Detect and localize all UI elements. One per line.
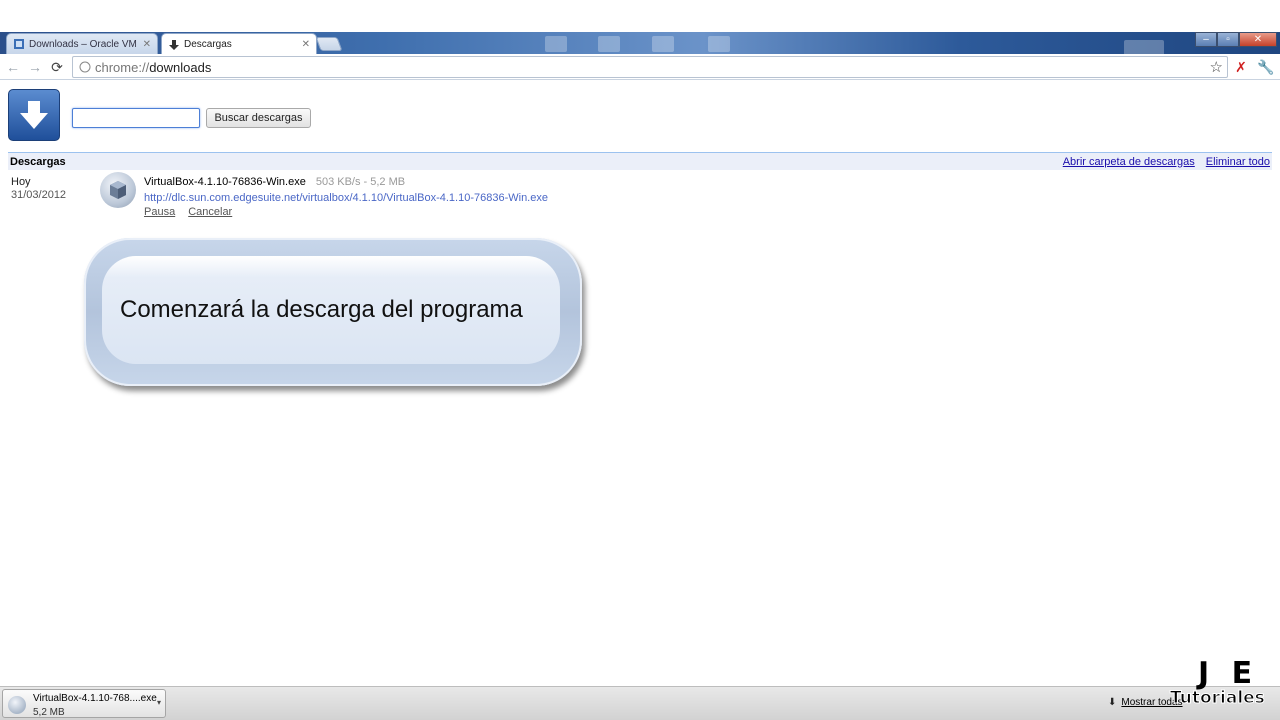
date-label: 31/03/2012: [11, 189, 67, 201]
download-arrow-icon: ⬇: [1108, 697, 1117, 708]
taskbar-tile: [652, 36, 674, 52]
tab-descargas[interactable]: Descargas ✕: [161, 33, 317, 55]
down-arrow-icon: [20, 101, 48, 129]
download-item: VirtualBox-4.1.10-76836-Win.exe 503 KB/s …: [144, 176, 405, 188]
reload-icon[interactable]: ⟳: [48, 58, 66, 76]
address-path: downloads: [149, 59, 212, 75]
callout-text: Comenzará la descarga del programa: [120, 296, 523, 323]
tab-label: Downloads – Oracle VM Vir: [29, 38, 139, 50]
new-tab-button[interactable]: [315, 37, 343, 51]
date-day-label: Hoy: [11, 176, 31, 188]
downloads-logo-icon: [8, 89, 60, 141]
bookmark-star-icon[interactable]: ☆: [1210, 58, 1223, 76]
shelf-item-size: 5,2 MB: [33, 707, 65, 718]
download-progress: 503 KB/s - 5,2 MB: [315, 176, 406, 188]
virtualbox-file-icon: [100, 172, 136, 208]
address-bar[interactable]: chrome://downloads ☆: [72, 56, 1228, 78]
shelf-item-menu-chevron-icon[interactable]: ▾: [157, 698, 161, 707]
search-downloads-input[interactable]: [72, 108, 200, 128]
callout-inner: Comenzará la descarga del programa: [102, 256, 560, 364]
taskbar-tile: [545, 36, 567, 52]
minimize-button[interactable]: –: [1195, 32, 1217, 47]
downloads-section-header: Descargas Abrir carpeta de descargas Eli…: [8, 152, 1272, 170]
clear-all-link[interactable]: Eliminar todo: [1206, 156, 1270, 168]
close-window-button[interactable]: ✕: [1239, 32, 1277, 47]
search-downloads-button[interactable]: Buscar descargas: [206, 108, 311, 128]
tab-close-icon[interactable]: ✕: [143, 39, 151, 50]
watermark-initials: J E: [1198, 656, 1259, 691]
tutorial-callout: Comenzará la descarga del programa: [84, 238, 582, 386]
shelf-download-item[interactable]: VirtualBox-4.1.10-768....exe 5,2 MB ▾: [2, 689, 166, 718]
download-date-group: Hoy 31/03/2012: [11, 176, 66, 202]
watermark-wordmark: Tutoriales: [1170, 688, 1266, 709]
tab-label: Descargas: [184, 39, 232, 50]
open-downloads-folder-link[interactable]: Abrir carpeta de descargas: [1063, 156, 1195, 168]
cancel-download-link[interactable]: Cancelar: [188, 206, 232, 218]
tab-close-icon[interactable]: ✕: [302, 39, 310, 50]
pause-download-link[interactable]: Pausa: [144, 206, 175, 218]
je-tutoriales-watermark-logo: J E Tutoriales: [1170, 656, 1274, 714]
tab-oracle-vm[interactable]: Downloads – Oracle VM Vir ✕: [6, 33, 158, 54]
page-globe-icon: [79, 61, 91, 73]
back-arrow-icon[interactable]: ←: [4, 58, 22, 76]
download-actions: Pausa Cancelar: [144, 206, 232, 218]
download-file-name[interactable]: VirtualBox-4.1.10-76836-Win.exe: [144, 176, 306, 188]
wrench-menu-icon[interactable]: 🔧: [1257, 58, 1275, 76]
maximize-button[interactable]: ▫: [1217, 32, 1239, 47]
download-source-url[interactable]: http://dlc.sun.com.edgesuite.net/virtual…: [144, 192, 548, 204]
section-title: Descargas: [10, 155, 66, 168]
extension-icon[interactable]: ✗: [1232, 58, 1250, 76]
download-shelf: VirtualBox-4.1.10-768....exe 5,2 MB ▾ ⬇ …: [0, 686, 1280, 720]
address-scheme: chrome://: [95, 59, 150, 75]
taskbar-tile: [598, 36, 620, 52]
forward-arrow-icon[interactable]: →: [26, 58, 44, 76]
shelf-item-name: VirtualBox-4.1.10-768....exe: [33, 693, 157, 704]
virtualbox-file-icon: [8, 696, 26, 714]
top-blank-area: [0, 0, 1280, 32]
download-favicon-icon: [169, 39, 179, 50]
virtualbox-favicon-icon: [14, 39, 24, 49]
taskbar-tile: [708, 36, 730, 52]
browser-toolbar: ← → ⟳ chrome://downloads ☆ ✗ 🔧: [0, 54, 1280, 80]
